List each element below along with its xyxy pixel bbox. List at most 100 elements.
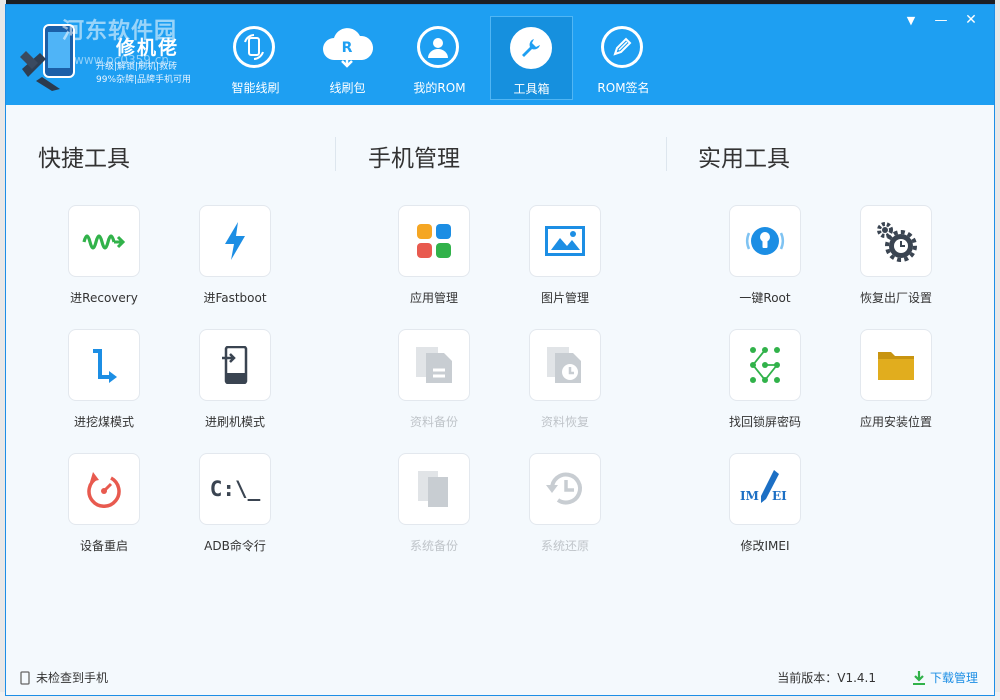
nav-label: ROM签名 [597,81,650,95]
system-backup-icon [418,471,448,507]
terminal-icon: C:\_ [209,477,261,501]
user-icon [417,26,459,68]
imei-pen-icon: IM EI [740,469,790,509]
pen-icon [601,26,643,68]
tool-unlock-pattern[interactable]: 找回锁屏密码 [712,329,822,439]
download-icon [912,670,925,685]
tool-app-manager[interactable]: 应用管理 [381,205,491,315]
tool-adb-terminal[interactable]: C:\_ ADB命令行 [182,453,292,563]
lightning-icon [225,222,245,260]
tool-modify-imei[interactable]: IM EI 修改IMEI [712,453,822,563]
tool-label: 一键Root [739,291,791,305]
dropdown-button[interactable]: ▼ [896,9,926,31]
tool-icon-box [860,205,932,277]
nav-smart-flash[interactable]: 智能线刷 [214,16,297,100]
device-status: 未检查到手机 [20,669,108,686]
imei-text-left: IM [740,489,759,503]
tool-label: 恢复出厂设置 [859,291,932,305]
tool-icon-box [529,453,601,525]
app-subtitle: 升级|解锁|刷机|救砖 [96,62,178,72]
wave-arrow-icon [82,234,126,250]
tool-dig-mode[interactable]: 进挖煤模式 [51,329,161,439]
tool-icon-box [398,205,470,277]
app-window: 河东软件园 www.pc0359.cn 修机佬 升级|解锁|刷机|救砖 99%杂… [5,4,995,696]
header-bar: 河东软件园 www.pc0359.cn 修机佬 升级|解锁|刷机|救砖 99%杂… [6,5,994,105]
tool-icon-box [68,453,140,525]
tool-label: 进Fastboot [203,291,267,305]
pattern-lock-icon [750,347,780,383]
version-text: 当前版本：V1.4.1 [777,671,876,685]
tool-picture-manager[interactable]: 图片管理 [512,205,622,315]
nav-toolbox[interactable]: 工具箱 [490,16,573,100]
tool-label: 应用管理 [409,291,458,305]
tool-icon-box [398,329,470,401]
tool-icon-box [398,453,470,525]
download-manager-button[interactable]: 下载管理 [912,669,978,686]
tool-install-location[interactable]: 应用安装位置 [843,329,953,439]
tool-icon-box [860,329,932,401]
section-divider [666,137,667,171]
status-bar: 未检查到手机 当前版本：V1.4.1 下载管理 [6,659,994,695]
tool-icon-box [729,329,801,401]
phone-icon [20,670,30,685]
tool-fastboot[interactable]: 进Fastboot [182,205,292,315]
tool-icon-box [199,205,271,277]
section-title-utility: 实用工具 [698,146,790,172]
close-button[interactable]: ✕ [956,9,986,31]
tool-icon-box [68,329,140,401]
minimize-button[interactable]: — [926,9,956,31]
gears-icon [877,222,917,262]
svg-text:R: R [342,40,353,56]
tool-icon-box [199,329,271,401]
wrench-icon [510,27,552,69]
tool-label: 修改IMEI [740,539,790,553]
tool-icon-box: IM EI [729,453,801,525]
phone-enter-icon [222,346,248,384]
tool-label: 资料备份 [409,415,458,429]
tool-icon-box [729,205,801,277]
nav-label: 工具箱 [513,82,550,96]
tool-system-backup[interactable]: 系统备份 [381,453,491,563]
tool-label: 设备重启 [79,539,128,553]
nav-rom-sign[interactable]: ROM签名 [582,16,665,100]
file-backup-icon [416,347,452,383]
tool-data-backup[interactable]: 资料备份 [381,329,491,439]
tool-icon-box [68,205,140,277]
tool-label: 系统还原 [540,539,589,553]
restart-icon [87,472,121,508]
app-grid-icon [417,224,451,258]
tool-label: 进挖煤模式 [73,415,134,429]
section-title-phone: 手机管理 [368,146,460,172]
tool-label: 找回锁屏密码 [728,415,801,429]
window-controls: ▼ — ✕ [896,9,986,31]
tool-restart[interactable]: 设备重启 [51,453,161,563]
tool-data-restore[interactable]: 资料恢复 [512,329,622,439]
folder-icon [878,352,914,380]
tool-label: 图片管理 [540,291,589,305]
nav-my-rom[interactable]: 我的ROM [398,16,481,100]
nav-label: 线刷包 [329,81,366,95]
keyhole-icon [746,227,784,255]
tool-icon-box: C:\_ [199,453,271,525]
tool-system-restore[interactable]: 系统还原 [512,453,622,563]
tool-one-click-root[interactable]: 一键Root [712,205,822,315]
tool-label: 进Recovery [70,291,138,305]
history-icon [546,472,582,505]
tool-label: 系统备份 [409,539,458,553]
nav-flash-package[interactable]: R 线刷包 [306,16,389,100]
tool-icon-box [529,205,601,277]
section-title-quick: 快捷工具 [38,146,130,172]
tool-icon-box [529,329,601,401]
tool-recovery[interactable]: 进Recovery [51,205,161,315]
app-subtitle-2: 99%杂牌|品牌手机可用 [96,75,192,85]
app-title: 修机佬 [116,37,180,59]
cloud-download-icon: R [323,28,374,68]
nav-label: 智能线刷 [231,81,280,95]
nav-label: 我的ROM [413,81,466,95]
download-manager-label: 下载管理 [929,671,978,685]
section-divider [335,137,336,171]
tool-flash-mode[interactable]: 进刷机模式 [182,329,292,439]
tool-label: 进刷机模式 [204,415,265,429]
phone-refresh-icon [233,26,275,68]
tool-factory-reset[interactable]: 恢复出厂设置 [843,205,953,315]
